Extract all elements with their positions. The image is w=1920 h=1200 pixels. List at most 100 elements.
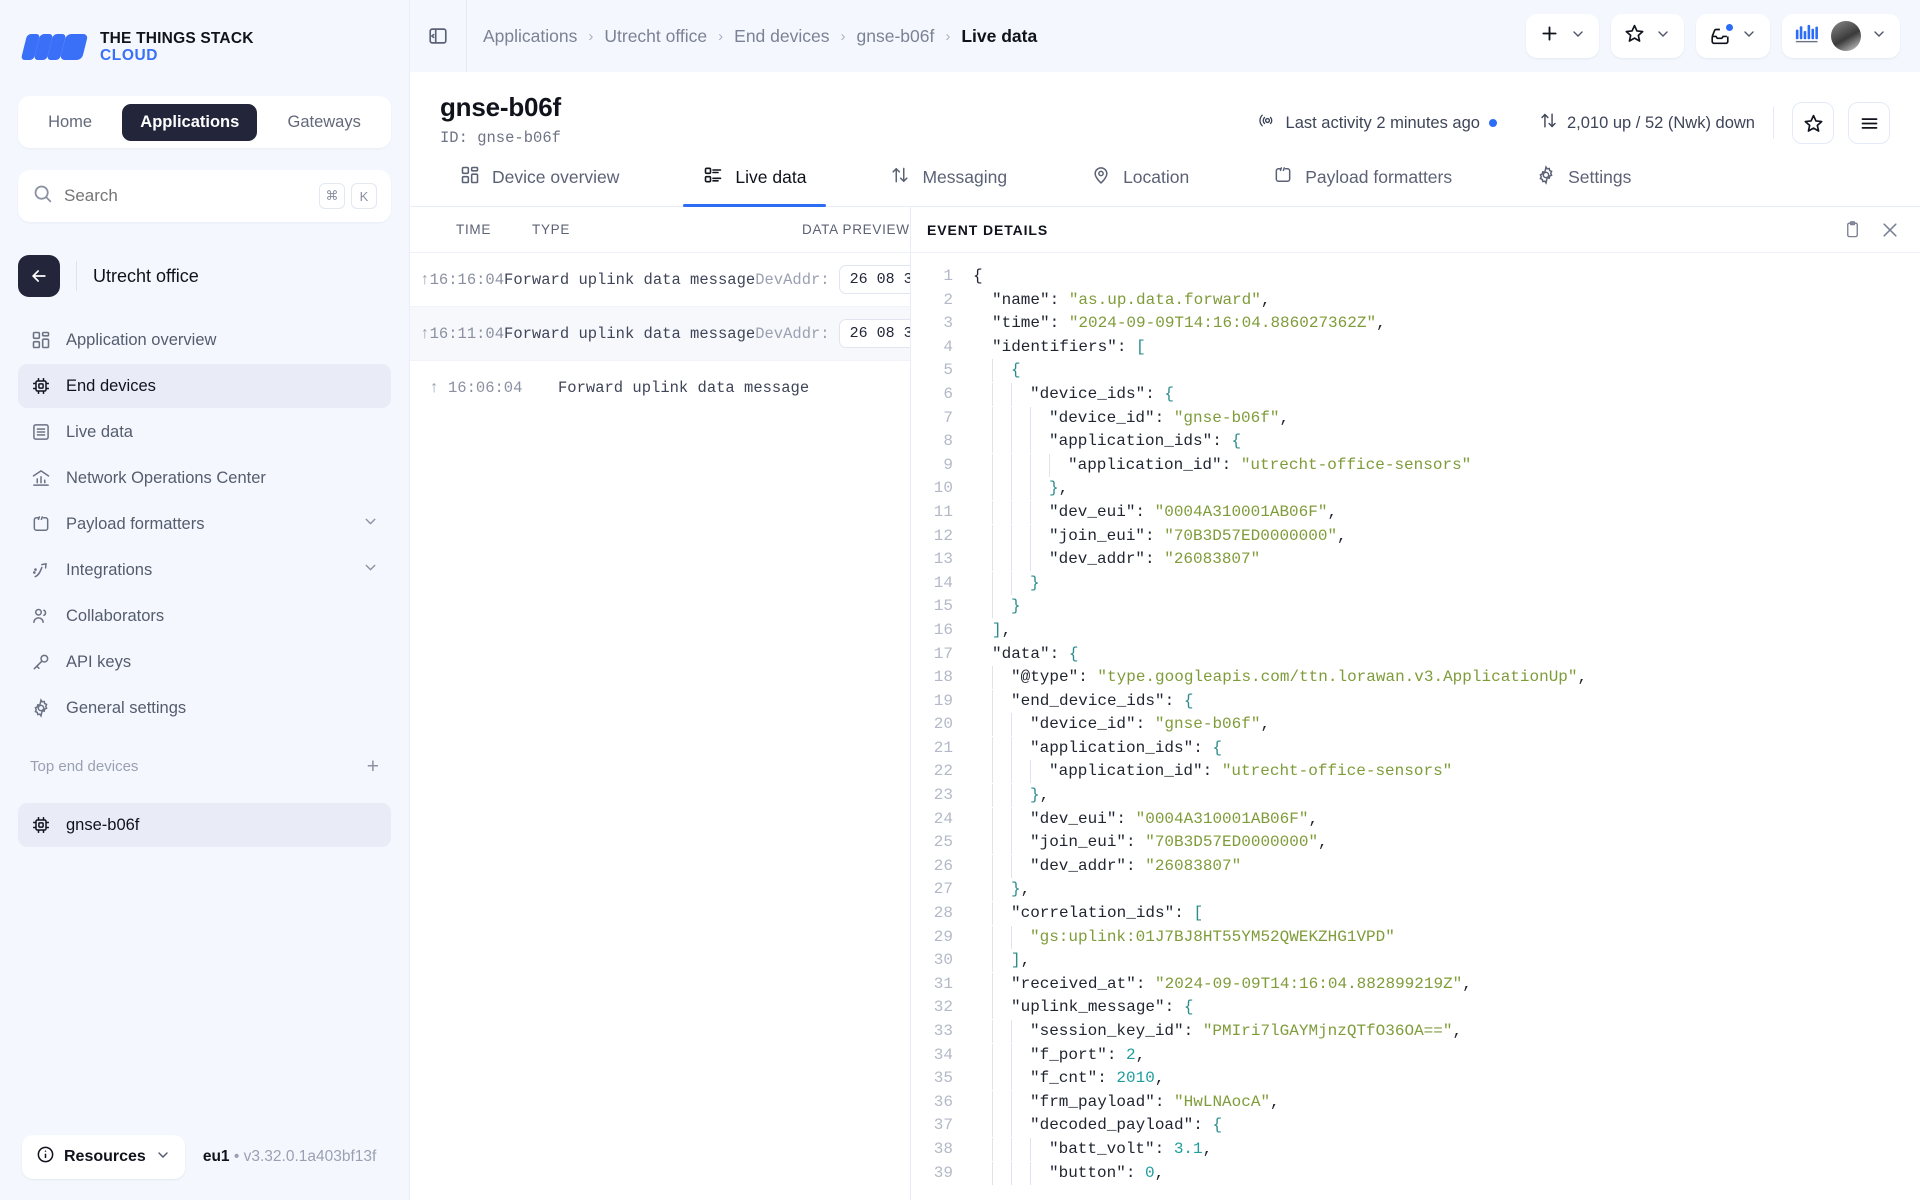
line-content: "application_id": "utrecht-office-sensor… [973,454,1471,478]
breadcrumb-gnse-b06f[interactable]: gnse-b06f [857,26,935,47]
json-line: 38"batt_volt": 3.1, [911,1138,1920,1162]
sidebar-item-integrations[interactable]: Integrations [18,548,391,592]
sidebar-item-general-settings[interactable]: General settings [18,686,391,730]
indent-guide [992,713,1011,736]
tab-settings[interactable]: Settings [1516,161,1651,206]
broadcast-icon [1258,111,1277,135]
close-icon[interactable] [1880,220,1900,240]
indent-guide [1011,784,1030,807]
sidebar-item-payload-formatters[interactable]: Payload formatters [18,502,391,546]
json-token: , [1308,810,1318,828]
tab-live-data[interactable]: Live data [683,161,826,206]
sidebar-item-end-devices[interactable]: End devices [18,364,391,408]
favorite-button[interactable] [1792,102,1834,144]
json-token: "0004A310001AB06F" [1155,503,1328,521]
overflow-menu-button[interactable] [1848,102,1890,144]
list-icon [703,165,723,190]
sidebar-label: Payload formatters [66,515,204,534]
breadcrumb-end-devices[interactable]: End devices [734,26,829,47]
json-token: , [1040,786,1050,804]
indent-guide [1030,1162,1049,1185]
notifications-menu-button[interactable] [1696,14,1770,58]
nav-gateways[interactable]: Gateways [270,104,379,141]
brand-logo[interactable]: THE THINGS STACK CLOUD [0,0,409,72]
chevron-down-icon [362,559,379,581]
json-token: "decoded_payload": [1030,1116,1212,1134]
json-token: 2 [1126,1046,1136,1064]
line-content: "frm_payload": "HwLNAocA", [973,1091,1280,1115]
clipboard-icon[interactable] [1843,220,1862,239]
event-json-viewer[interactable]: 1{2"name": "as.up.data.forward",3"time":… [911,253,1920,1200]
indent-guide [992,1067,1011,1090]
line-content: } [973,572,1040,596]
sidebar-label: Network Operations Center [66,469,266,488]
json-token: 0 [1145,1164,1155,1182]
uplink-arrow-icon: ↑ [420,325,430,343]
sidebar-item-device-gnse-b06f[interactable]: gnse-b06f [18,803,391,847]
json-token: , [1318,833,1328,851]
devaddr-value: 26 08 38 07 [839,265,910,294]
json-token: } [1011,597,1021,615]
json-token: "type.googleapis.com/ttn.lorawan.v3.Appl… [1097,668,1577,686]
json-token: [ [1136,338,1146,356]
json-token: ] [992,621,1002,639]
row-time: 16:06:04 [448,379,558,397]
back-button[interactable] [18,255,60,297]
grid-icon [30,329,52,351]
indent-guide [973,808,992,831]
indent-guide [973,973,992,996]
table-row[interactable]: ↑ 16:06:04 Forward uplink data message [410,361,910,415]
device-tabs: Device overview Live data Messaging Loca… [410,161,1920,207]
sidebar-item-network-operations-center[interactable]: Network Operations Center [18,456,391,500]
top-end-devices-section-header: Top end devices + [0,730,409,785]
line-content: "join_eui": "70B3D57ED0000000", [973,525,1347,549]
add-menu-button[interactable] [1526,14,1599,58]
line-number: 29 [911,926,973,950]
indent-guide [992,477,1011,500]
json-line: 35"f_cnt": 2010, [911,1067,1920,1091]
line-number: 25 [911,831,973,855]
indent-guide [973,595,992,618]
tab-device-overview[interactable]: Device overview [440,161,639,206]
breadcrumb-utrecht-office[interactable]: Utrecht office [604,26,707,47]
table-row[interactable]: ↑ 16:11:04 Forward uplink data message D… [410,307,910,361]
search-input[interactable] [64,186,308,206]
resources-button[interactable]: Resources [22,1135,185,1179]
profile-menu-button[interactable] [1782,14,1900,58]
table-row[interactable]: ↑ 16:16:04 Forward uplink data message D… [410,253,910,307]
line-number: 38 [911,1138,973,1162]
tab-location[interactable]: Location [1071,161,1209,206]
line-content: { [973,265,983,289]
nav-home[interactable]: Home [30,104,110,141]
shortcut-key: K [351,183,377,209]
json-token: "0004A310001AB06F" [1136,810,1309,828]
json-token: { [1164,385,1174,403]
bookmarks-menu-button[interactable] [1611,14,1684,58]
breadcrumb-applications[interactable]: Applications [483,26,577,47]
sidebar-item-live-data[interactable]: Live data [18,410,391,454]
sidebar-item-application-overview[interactable]: Application overview [18,318,391,362]
sidebar-item-collaborators[interactable]: Collaborators [18,594,391,638]
indent-guide [992,666,1011,689]
chip-icon [30,814,52,836]
search-box[interactable]: ⌘ K [18,170,391,222]
tab-messaging[interactable]: Messaging [870,161,1027,206]
indent-guide [973,784,992,807]
nav-applications[interactable]: Applications [122,104,257,141]
json-token: "name": [992,291,1069,309]
sidebar-item-api-keys[interactable]: API keys [18,640,391,684]
sidebar-label: Collaborators [66,607,164,626]
line-number: 1 [911,265,973,289]
indent-guide [973,359,992,382]
indent-guide [1011,501,1030,524]
json-token: "data": [992,645,1069,663]
indent-guide [1011,525,1030,548]
tab-payload-formatters[interactable]: Payload formatters [1253,161,1472,206]
json-token: { [1184,998,1194,1016]
page-device-id: ID: gnse-b06f [440,129,561,147]
notification-badge [1725,23,1734,32]
line-content: "button": 0, [973,1162,1164,1186]
json-token: , [1203,1140,1213,1158]
panel-collapse-icon[interactable] [418,25,458,47]
plus-icon[interactable]: + [367,756,379,777]
